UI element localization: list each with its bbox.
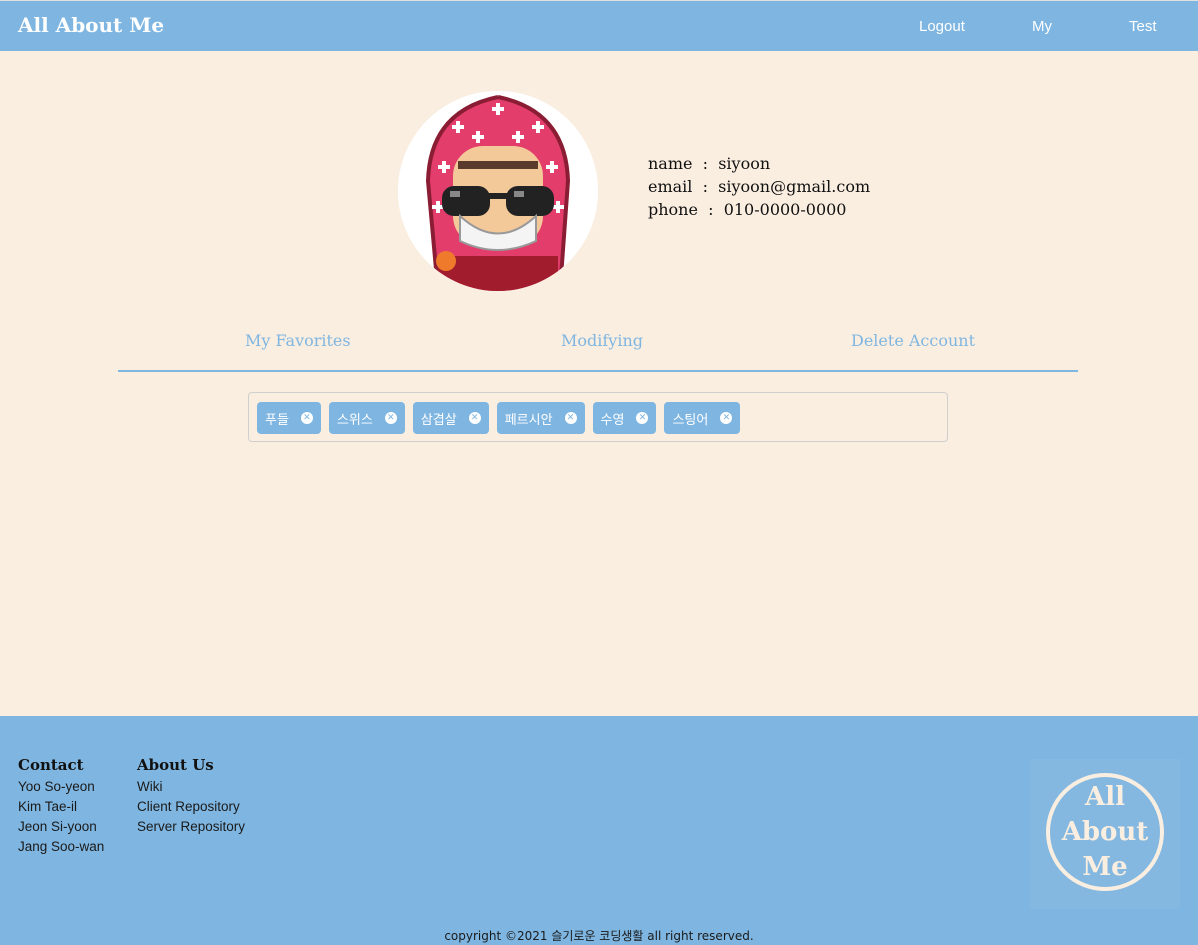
- profile-info: name : siyoon email : siyoon@gmail.com p…: [648, 152, 870, 221]
- name-label: name: [648, 154, 693, 173]
- chip-label: 삼겹살: [420, 412, 457, 428]
- favorite-chip: 스위스 ✕: [328, 402, 405, 434]
- email-separator: :: [702, 177, 708, 196]
- chip-label: 스위스: [336, 412, 373, 428]
- favorites-chip-input[interactable]: 푸들 ✕ 스위스 ✕ 삼겹살 ✕ 페르시안 ✕ 수영 ✕ 스팅어 ✕: [248, 392, 948, 442]
- close-icon[interactable]: ✕: [468, 412, 481, 424]
- client-repo-link[interactable]: Client Repository: [137, 797, 245, 817]
- phone-value: 010-0000-0000: [723, 200, 847, 219]
- footer-logo-line: About: [1061, 816, 1149, 847]
- chip-label: 스팅어: [672, 412, 709, 428]
- footer-logo-line: Me: [1082, 851, 1128, 882]
- email-label: email: [648, 177, 693, 196]
- wiki-link[interactable]: Wiki: [137, 777, 245, 797]
- pixel-character-avatar-icon: [398, 91, 598, 291]
- about-heading: About Us: [137, 756, 214, 774]
- chip-label: 페르시안: [504, 412, 553, 428]
- name-separator: :: [702, 154, 709, 173]
- contact-item: Kim Tae-il: [18, 799, 78, 814]
- close-icon[interactable]: ✕: [636, 412, 649, 424]
- chip-list: 푸들 ✕ 스위스 ✕ 삼겹살 ✕ 페르시안 ✕ 수영 ✕ 스팅어 ✕: [257, 402, 741, 434]
- chip-label: 수영: [600, 412, 625, 428]
- copyright-text: copyright ©2021 슬기로운 코딩생활 all right rese…: [444, 929, 754, 943]
- close-icon[interactable]: ✕: [720, 412, 733, 424]
- phone-separator: :: [708, 200, 714, 219]
- footer-logo: All About Me: [1046, 773, 1164, 891]
- profile-tabs: My Favorites Modifying Delete Account: [118, 322, 1078, 372]
- test-link[interactable]: Test: [1129, 18, 1157, 35]
- favorite-chip: 삼겹살 ✕: [412, 402, 489, 434]
- tab-delete-account[interactable]: Delete Account: [851, 331, 975, 350]
- close-icon[interactable]: ✕: [564, 412, 577, 424]
- contact-item: Yoo So-yeon: [18, 779, 95, 794]
- email-row: email : siyoon@gmail.com: [648, 175, 870, 198]
- favorite-chip: 페르시안 ✕: [496, 402, 585, 434]
- footer-about: About Us Wiki Client Repository Server R…: [137, 756, 245, 837]
- close-icon[interactable]: ✕: [300, 412, 313, 424]
- close-icon[interactable]: ✕: [384, 412, 397, 424]
- chip-label: 푸들: [265, 412, 289, 428]
- server-repo-link[interactable]: Server Repository: [137, 817, 245, 837]
- footer: Contact Yoo So-yeon Kim Tae-il Jeon Si-y…: [0, 716, 1198, 945]
- contact-heading: Contact: [18, 756, 84, 774]
- contact-item: Jang Soo-wan: [18, 839, 105, 854]
- top-navbar: All About Me Logout My Test: [0, 0, 1198, 51]
- email-value: siyoon@gmail.com: [718, 177, 871, 196]
- tab-modifying[interactable]: Modifying: [561, 331, 643, 350]
- phone-label: phone: [648, 200, 698, 219]
- my-link[interactable]: My: [1032, 18, 1052, 35]
- contact-item: Jeon Si-yoon: [18, 819, 97, 834]
- name-row: name : siyoon: [648, 152, 870, 175]
- tab-my-favorites[interactable]: My Favorites: [245, 331, 351, 350]
- footer-logo-line: All: [1085, 781, 1125, 812]
- name-value: siyoon: [718, 154, 771, 173]
- brand-logo[interactable]: All About Me: [18, 13, 164, 37]
- favorite-chip: 수영 ✕: [592, 402, 657, 434]
- favorite-chip: 스팅어 ✕: [664, 402, 741, 434]
- footer-contact: Contact Yoo So-yeon Kim Tae-il Jeon Si-y…: [18, 756, 104, 857]
- avatar: [398, 91, 598, 291]
- logout-link[interactable]: Logout: [919, 18, 965, 35]
- phone-row: phone : 010-0000-0000: [648, 198, 870, 221]
- favorite-chip: 푸들 ✕: [257, 402, 321, 434]
